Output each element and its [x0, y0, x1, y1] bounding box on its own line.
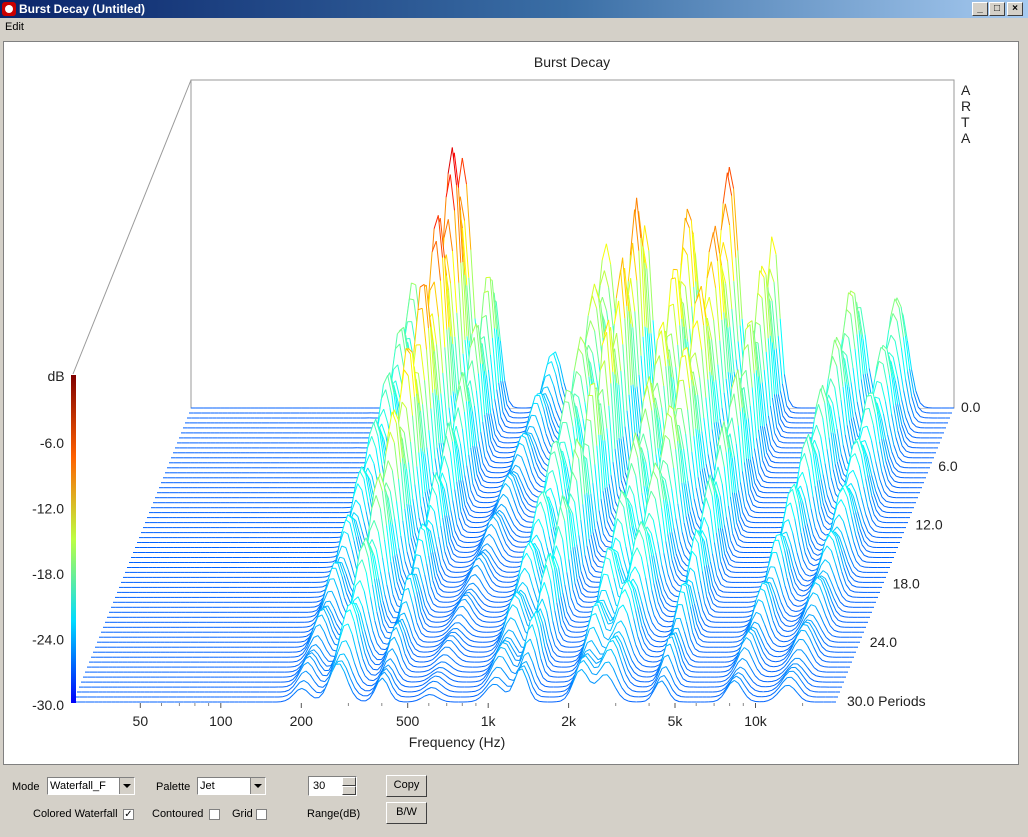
chart-title: Burst Decay [534, 54, 610, 70]
waterfall-line-segment [529, 425, 534, 428]
waterfall-line-segment [537, 392, 542, 395]
menu-bar: Edit [0, 18, 1028, 37]
watermark-letter: R [961, 98, 971, 114]
maximize-button[interactable]: □ [989, 2, 1005, 16]
waterfall-line-segment [526, 521, 531, 523]
waterfall-line-segment [479, 521, 485, 523]
waterfall-line-segment [866, 395, 872, 397]
watermark-letter: A [961, 82, 971, 98]
watermark-letter: A [961, 130, 971, 146]
waterfall-line-segment [495, 481, 501, 484]
waterfall-line-segment [477, 526, 483, 528]
title-bar[interactable]: Burst Decay (Untitled) _ □ × [0, 0, 1028, 18]
watermark-letter: T [961, 114, 970, 130]
app-icon[interactable] [2, 2, 16, 16]
waterfall-line-segment [531, 414, 536, 417]
waterfall-line-segment [481, 516, 487, 518]
menu-edit[interactable]: Edit [5, 21, 24, 33]
waterfall-line-segment [524, 526, 529, 528]
perspective-edge [72, 79, 192, 375]
waterfall-line-segment [530, 511, 535, 513]
minimize-button[interactable]: _ [972, 2, 988, 16]
close-button[interactable]: × [1007, 2, 1023, 16]
waterfall-chart: Burst DecayARTAdB-6.0-12.0-18.0-24.0-30.… [32, 54, 981, 750]
plot-area: Burst Decay A R T AdB -6.0 -12.0 -18.0 -24.0 -30.… [3, 41, 1019, 765]
waterfall-line-segment [522, 531, 527, 533]
window-title: Burst Decay (Untitled) [19, 2, 146, 16]
